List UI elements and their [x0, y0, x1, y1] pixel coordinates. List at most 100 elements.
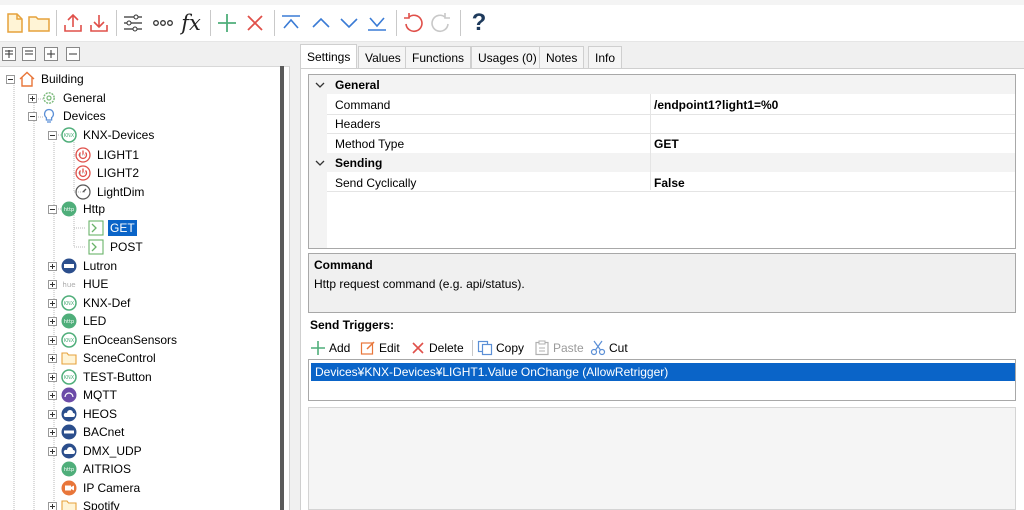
copy-button[interactable]: Copy — [477, 339, 524, 357]
tab-info[interactable]: Info — [588, 46, 623, 68]
tree-item-lutron[interactable]: Lutron — [48, 257, 119, 275]
property-headers[interactable]: Headers — [309, 114, 1015, 134]
property-send-cyclically[interactable]: Send Cyclically False — [309, 173, 1015, 193]
description-title: Command — [314, 258, 373, 272]
property-value[interactable]: /endpoint1?light1=%0 — [654, 98, 778, 112]
expand-icon[interactable] — [44, 47, 58, 61]
tree-item-light1[interactable]: LIGHT1 — [75, 146, 141, 164]
list-item[interactable]: Devices¥KNX-Devices¥LIGHT1.Value OnChang… — [311, 363, 1015, 381]
expander[interactable] — [28, 111, 37, 121]
add-icon — [311, 341, 325, 355]
collapse-all-icon[interactable] — [22, 47, 36, 61]
trigger-list[interactable]: Devices¥KNX-Devices¥LIGHT1.Value OnChang… — [308, 359, 1016, 401]
expander[interactable] — [48, 427, 57, 437]
tab-functions[interactable]: Functions — [405, 46, 472, 68]
move-down-icon[interactable] — [336, 10, 362, 36]
delete-label: Delete — [429, 341, 464, 355]
expander[interactable] — [48, 279, 57, 289]
tree-item-scenecontrol[interactable]: SceneControl — [48, 349, 158, 367]
expander[interactable] — [48, 390, 57, 400]
category-general[interactable]: General — [309, 75, 1015, 95]
svg-text:hue: hue — [62, 281, 75, 289]
move-bottom-icon[interactable] — [364, 10, 390, 36]
tree-label: AITRIOS — [83, 462, 132, 476]
power-icon — [75, 147, 91, 163]
tree-item-knx-def[interactable]: KNX KNX-Def — [48, 294, 132, 312]
add-icon[interactable] — [214, 10, 240, 36]
fx-icon[interactable]: fx — [178, 10, 204, 36]
cut-button[interactable]: Cut — [590, 339, 628, 357]
tree-item-general[interactable]: General — [28, 89, 108, 107]
tree-item-enoceansensors[interactable]: KNX EnOceanSensors — [48, 331, 179, 349]
tree-item-devices[interactable]: Devices — [28, 107, 108, 125]
new-file-icon[interactable] — [2, 10, 28, 36]
http-icon: http — [61, 461, 77, 477]
expander[interactable] — [48, 204, 57, 214]
help-icon[interactable]: ? — [466, 9, 492, 36]
collapse-icon[interactable] — [66, 47, 80, 61]
delete-icon[interactable] — [242, 10, 268, 36]
move-top-icon[interactable] — [278, 10, 304, 36]
tab-notes[interactable]: Notes — [539, 46, 585, 68]
property-value[interactable]: GET — [654, 137, 679, 151]
expander[interactable] — [28, 93, 37, 103]
more-icon[interactable] — [150, 10, 176, 36]
delete-button[interactable]: Delete — [410, 339, 464, 357]
tree-item-http[interactable]: http Http — [48, 200, 107, 218]
tab-usages[interactable]: Usages (0) — [471, 46, 544, 68]
tab-settings[interactable]: Settings — [300, 44, 358, 68]
expander[interactable] — [48, 372, 57, 382]
property-command[interactable]: Command /endpoint1?light1=%0 — [309, 95, 1015, 115]
tree-item-dmx-udp[interactable]: DMX_UDP — [48, 442, 144, 460]
expander[interactable] — [6, 74, 15, 84]
undo-icon[interactable] — [400, 10, 426, 36]
tree-item-building[interactable]: Building — [6, 70, 86, 88]
tab-values[interactable]: Values — [358, 46, 408, 68]
expander[interactable] — [48, 298, 57, 308]
tree-item-bacnet[interactable]: BACnet — [48, 423, 126, 441]
expander[interactable] — [48, 353, 57, 363]
tree-item-lightdim[interactable]: LightDim — [75, 183, 146, 201]
toolbar-top-strip — [0, 0, 1024, 5]
expander[interactable] — [48, 501, 57, 510]
category-sending[interactable]: Sending — [309, 153, 1015, 173]
expander[interactable] — [48, 446, 57, 456]
chevron-down-icon[interactable] — [314, 157, 326, 169]
tree-scrollbar[interactable] — [280, 66, 284, 510]
cloud-icon — [61, 406, 77, 422]
open-folder-icon[interactable] — [26, 10, 52, 36]
tree-item-mqtt[interactable]: MQTT — [48, 386, 119, 404]
expander[interactable] — [48, 316, 57, 326]
expander[interactable] — [48, 335, 57, 345]
tree-item-knx-devices[interactable]: KNX KNX-Devices — [48, 126, 156, 144]
tree-item-spotify[interactable]: Spotify — [48, 497, 122, 510]
paste-button[interactable]: Paste — [534, 339, 584, 357]
trigger-toolbar: Add Edit Delete Copy Paste Cut — [308, 337, 708, 359]
property-method-type[interactable]: Method Type GET — [309, 134, 1015, 154]
chevron-down-icon[interactable] — [314, 79, 326, 91]
redo-icon[interactable] — [428, 10, 454, 36]
expander[interactable] — [48, 261, 57, 271]
property-value[interactable]: False — [654, 176, 685, 190]
main-toolbar: fx ? — [0, 0, 1024, 42]
copy-label: Copy — [496, 341, 525, 355]
settings-sliders-icon[interactable] — [120, 10, 146, 36]
edit-button[interactable]: Edit — [360, 339, 400, 357]
tree-item-light2[interactable]: LIGHT2 — [75, 164, 141, 182]
knx-icon: KNX — [61, 295, 77, 311]
tree-item-led[interactable]: http LED — [48, 312, 108, 330]
expand-all-icon[interactable] — [2, 47, 16, 61]
tree-item-ip-camera[interactable]: IP Camera — [61, 479, 142, 497]
tree-item-post[interactable]: POST — [88, 238, 145, 256]
move-up-icon[interactable] — [308, 10, 334, 36]
tree-item-get[interactable]: GET — [88, 219, 137, 237]
upload-icon[interactable] — [60, 10, 86, 36]
tree-item-heos[interactable]: HEOS — [48, 405, 119, 423]
download-icon[interactable] — [86, 10, 112, 36]
add-button[interactable]: Add — [310, 339, 350, 357]
expander[interactable] — [48, 409, 57, 419]
tree-item-test-button[interactable]: KNX TEST-Button — [48, 368, 154, 386]
expander[interactable] — [48, 130, 57, 140]
tree-item-aitrios[interactable]: http AITRIOS — [61, 460, 133, 478]
tree-item-hue[interactable]: hue HUE — [48, 275, 110, 293]
